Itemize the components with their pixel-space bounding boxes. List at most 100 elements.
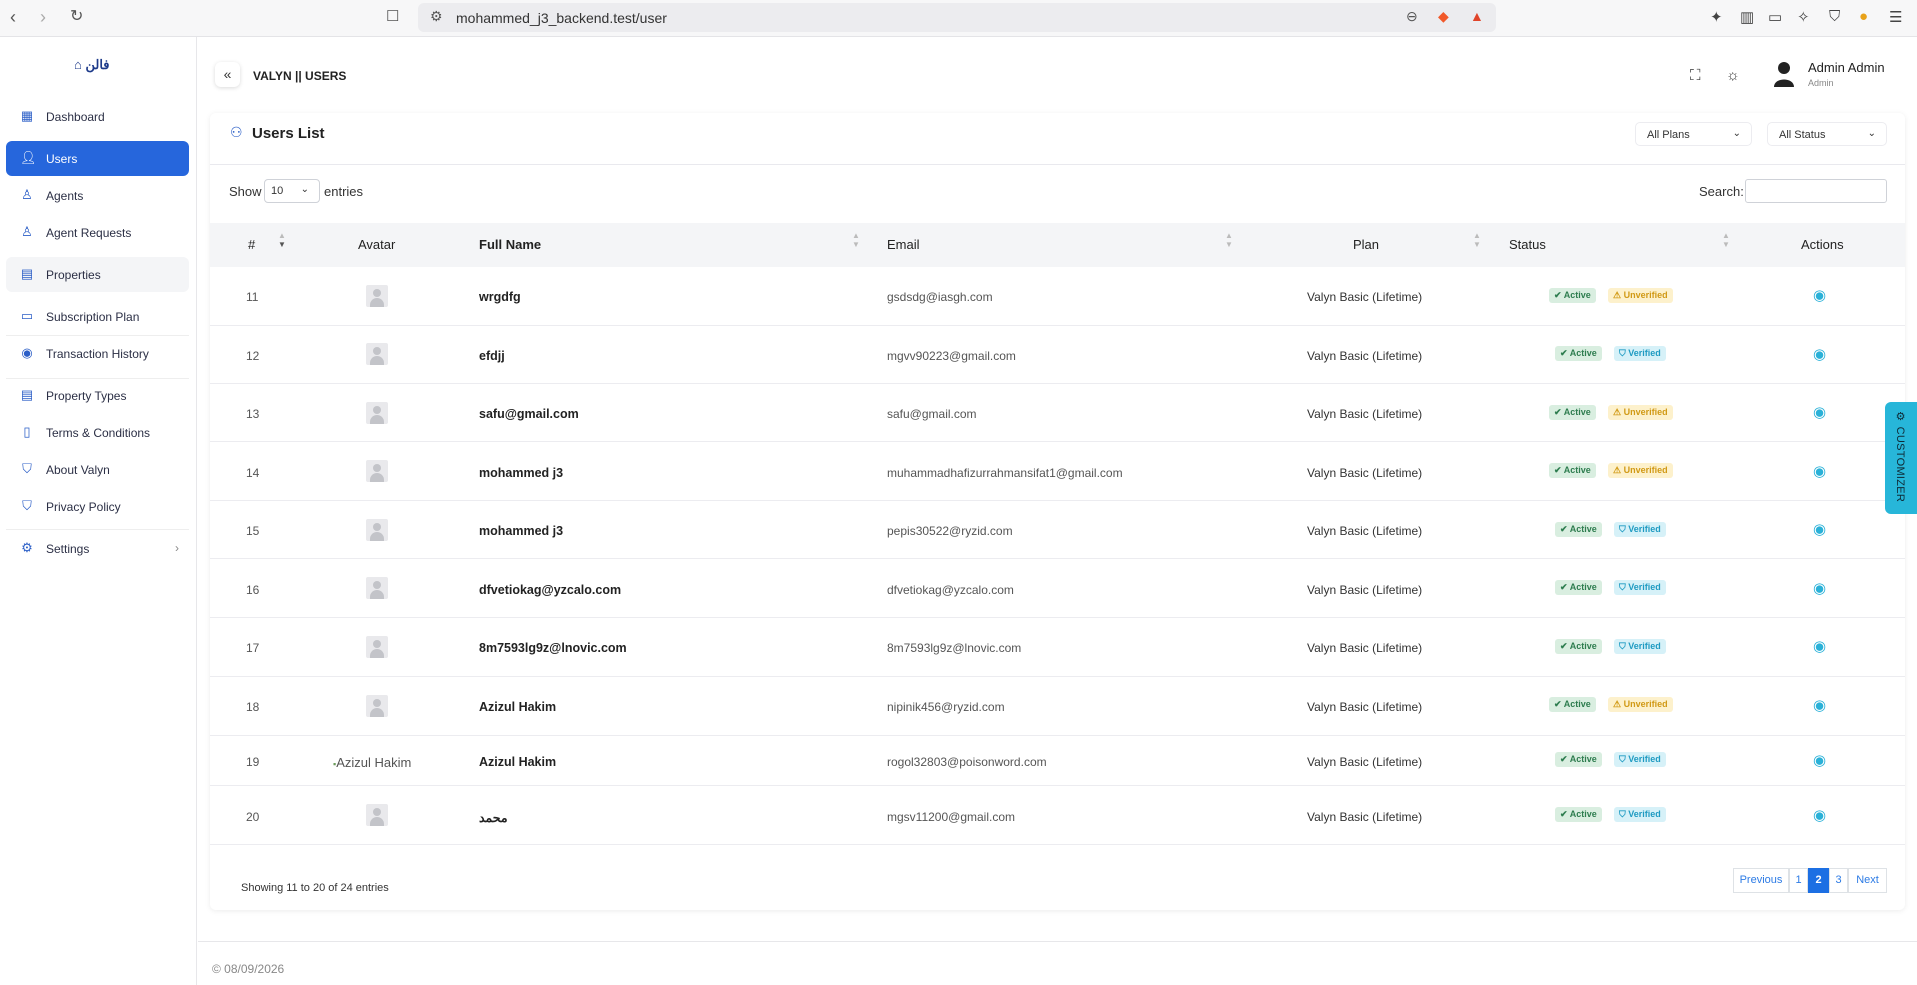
avatar-placeholder-icon <box>366 804 388 826</box>
cell-plan: Valyn Basic (Lifetime) <box>1307 290 1423 304</box>
status-filter-value: All Status <box>1779 129 1826 141</box>
status-badge-active: ✔ Active <box>1555 522 1602 537</box>
cell-email: 8m7593lg9z@lnovic.com <box>887 641 1022 655</box>
agent-requests-icon: ♙ <box>21 224 33 239</box>
brave-rewards-icon[interactable]: ▲ <box>1470 8 1484 24</box>
view-eye-icon[interactable]: ◉ <box>1813 637 1826 655</box>
verification-badge-unverified: ⚠ Unverified <box>1608 697 1673 712</box>
fullscreen-icon[interactable]: ⛶ <box>1690 67 1701 84</box>
cell-full-name: wrgdfg <box>479 290 521 304</box>
theme-toggle-icon[interactable]: ☼ <box>1726 67 1740 84</box>
sidebar-item-settings[interactable]: ⚙ Settings › <box>6 531 189 566</box>
sidebar-toggle-icon[interactable]: ▥ <box>1740 8 1754 26</box>
user-role: Admin <box>1808 78 1834 88</box>
app-logo[interactable]: ⌂ فالن <box>74 57 110 73</box>
view-eye-icon[interactable]: ◉ <box>1813 403 1826 421</box>
building-types-icon: ▤ <box>20 387 34 402</box>
forward-icon[interactable]: › <box>40 7 46 27</box>
sidebar-item-subscription-plan[interactable]: ▭ Subscription Plan <box>6 299 189 334</box>
sort-icon[interactable]: ▲ ▼ <box>1722 231 1730 249</box>
cell-email: pepis30522@ryzid.com <box>887 524 1013 538</box>
cell-id: 15 <box>246 524 260 538</box>
avatar-placeholder-icon <box>366 460 388 482</box>
status-filter-select[interactable]: All Status ⌄ <box>1767 122 1887 146</box>
users-group-icon: ⚇ <box>230 124 243 140</box>
view-eye-icon[interactable]: ◉ <box>1813 696 1826 714</box>
address-bar[interactable]: ⚙ mohammed_j3_backend.test/user ⊖ ◆ ▲ <box>418 3 1496 32</box>
sidebar-item-dashboard[interactable]: ▦ Dashboard <box>6 99 189 134</box>
sidebar-item-transaction-history[interactable]: ◉ Transaction History <box>6 336 189 371</box>
col-header-status[interactable]: Status <box>1509 237 1546 252</box>
row-divider <box>210 676 1905 677</box>
user-name[interactable]: Admin Admin <box>1808 60 1885 75</box>
search-input[interactable] <box>1745 179 1887 203</box>
sort-icon[interactable]: ▲ ▼ <box>278 231 286 249</box>
cell-plan: Valyn Basic (Lifetime) <box>1307 755 1423 769</box>
sidebar-item-label: About Valyn <box>46 463 110 477</box>
sidebar-item-users[interactable]: 👤︎ Users <box>6 141 189 176</box>
brave-shield-icon[interactable]: ◆ <box>1438 8 1449 25</box>
avatar-placeholder-icon <box>366 285 388 307</box>
subscription-icon: ▭ <box>20 308 34 323</box>
sidebar-item-properties[interactable]: ▤ Properties <box>6 257 189 292</box>
reload-icon[interactable]: ↻ <box>70 7 83 27</box>
sidebar-item-terms[interactable]: ▯ Terms & Conditions <box>6 415 189 450</box>
sidebar-item-label: Properties <box>46 268 101 282</box>
status-badge-active: ✔ Active <box>1555 807 1602 822</box>
logo-icon: ⌂ <box>74 57 82 72</box>
sidebar-item-about[interactable]: ⛉ About Valyn <box>6 452 189 487</box>
col-header-full-name[interactable]: Full Name <box>479 237 541 252</box>
plan-filter-select[interactable]: All Plans ⌄ <box>1635 122 1752 146</box>
cell-full-name: mohammed j3 <box>479 524 564 538</box>
sidebar: ⌂ فالن ▦ Dashboard 👤︎ Users ♙ Agents ♙ A… <box>0 37 197 985</box>
url-text[interactable]: mohammed_j3_backend.test/user <box>456 10 667 26</box>
menu-icon[interactable]: ☰ <box>1889 8 1902 26</box>
sidebar-item-agent-requests[interactable]: ♙ Agent Requests <box>6 215 189 250</box>
view-eye-icon[interactable]: ◉ <box>1813 345 1826 363</box>
view-eye-icon[interactable]: ◉ <box>1813 806 1826 824</box>
avatar-placeholder-icon <box>366 695 388 717</box>
view-eye-icon[interactable]: ◉ <box>1813 462 1826 480</box>
sort-icon[interactable]: ▲ ▼ <box>1225 231 1233 249</box>
row-divider <box>210 325 1905 326</box>
gear-icon: ⚙ <box>1894 410 1906 427</box>
verification-badge-verified: ⛉ Verified <box>1614 522 1666 537</box>
cell-id: 19 <box>246 755 260 769</box>
sidebar-item-privacy[interactable]: ⛉ Privacy Policy <box>6 489 189 524</box>
view-eye-icon[interactable]: ◉ <box>1813 579 1826 597</box>
user-icon: 👤︎ <box>20 150 37 165</box>
wallet-icon[interactable]: ▭ <box>1768 8 1782 26</box>
view-eye-icon[interactable]: ◉ <box>1813 286 1826 304</box>
status-badge-active: ✔ Active <box>1555 346 1602 361</box>
pagination-page-3[interactable]: 3 <box>1829 868 1848 893</box>
sort-icon[interactable]: ▲ ▼ <box>1473 231 1481 249</box>
view-eye-icon[interactable]: ◉ <box>1813 520 1826 538</box>
pagination-previous-button[interactable]: Previous <box>1733 868 1789 893</box>
view-eye-icon[interactable]: ◉ <box>1813 751 1826 769</box>
history-icon: ◉ <box>21 345 33 360</box>
profile-icon[interactable]: ● <box>1859 8 1868 25</box>
col-header-id[interactable]: # <box>248 237 255 252</box>
pagination-page-2[interactable]: 2 <box>1808 868 1829 893</box>
site-settings-icon[interactable]: ⚙ <box>430 8 443 25</box>
gear-icon: ⚙ <box>21 540 33 555</box>
page-length-select[interactable]: 10 ⌄ <box>264 179 320 203</box>
pagination-next-button[interactable]: Next <box>1848 868 1887 893</box>
col-header-plan[interactable]: Plan <box>1353 237 1379 252</box>
sidebar-item-agents[interactable]: ♙ Agents <box>6 178 189 213</box>
leo-ai-icon[interactable]: ✧ <box>1797 8 1810 26</box>
zoom-icon[interactable]: ⊖ <box>1406 8 1418 25</box>
bookmark-icon[interactable]: ☐ <box>386 7 399 27</box>
user-avatar-icon[interactable] <box>1773 61 1795 87</box>
back-icon[interactable]: ‹ <box>10 7 16 27</box>
avatar-placeholder-icon <box>366 343 388 365</box>
sort-icon[interactable]: ▲ ▼ <box>852 231 860 249</box>
collapse-sidebar-button[interactable]: « <box>215 62 240 87</box>
cell-id: 14 <box>246 466 260 480</box>
customizer-tab[interactable]: ⚙ CUSTOMIZER <box>1885 402 1917 514</box>
pagination-page-1[interactable]: 1 <box>1789 868 1808 893</box>
col-header-email[interactable]: Email <box>887 237 920 252</box>
vpn-icon[interactable]: ⛉ <box>1829 8 1840 25</box>
extensions-icon[interactable]: ✦ <box>1710 8 1723 26</box>
sidebar-item-property-types[interactable]: ▤ Property Types <box>6 378 189 413</box>
